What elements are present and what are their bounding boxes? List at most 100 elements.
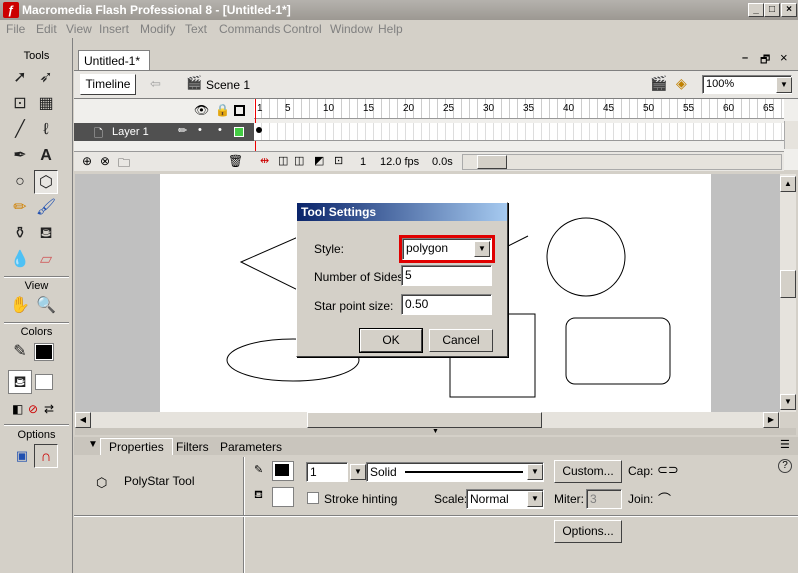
scroll-left-arrow-icon[interactable]: ◀ — [75, 412, 91, 428]
menu-insert[interactable]: Insert — [99, 22, 129, 36]
stroke-style-select[interactable]: Solid — [366, 462, 544, 482]
custom-button[interactable]: Custom... — [554, 460, 622, 483]
stroke-hinting-checkbox[interactable] — [307, 492, 319, 504]
fill-color-swatch[interactable] — [35, 374, 53, 390]
timeline-toggle-button[interactable]: Timeline — [80, 74, 136, 95]
timeline-hscroll-thumb[interactable] — [477, 155, 507, 169]
join-icon[interactable]: ⌒ — [658, 489, 671, 508]
menu-help[interactable]: Help — [378, 22, 403, 36]
no-color-icon[interactable]: ⊘ — [28, 402, 38, 416]
add-layer-icon[interactable]: ⊕ — [82, 154, 92, 168]
polystar-tool-icon[interactable]: ⬡ — [34, 170, 58, 194]
lasso-tool-icon[interactable]: ℓ — [34, 118, 58, 142]
stage-hscroll[interactable]: ◀ ▶ — [75, 412, 780, 428]
stroke-height-dropdown-icon[interactable]: ▼ — [350, 464, 366, 480]
stage-vscroll-thumb[interactable] — [780, 270, 796, 298]
cap-icon[interactable]: ⊂⊃ — [657, 462, 679, 478]
delete-layer-icon[interactable]: 🗑 — [228, 154, 243, 168]
layer-frames[interactable] — [254, 123, 784, 141]
line-tool-icon[interactable]: ╱ — [8, 118, 32, 142]
lock-icon[interactable]: 🔒 — [215, 103, 230, 117]
eyedropper-tool-icon[interactable]: 💧 — [8, 248, 32, 272]
menu-control[interactable]: Control — [283, 22, 322, 36]
stage-vscroll[interactable]: ▲ ▼ — [780, 174, 796, 412]
selection-tool-icon[interactable]: ➚ — [8, 66, 32, 90]
outline-color-box[interactable] — [234, 127, 244, 137]
frame-rate[interactable]: 12.0 fps — [380, 156, 419, 168]
close-button[interactable]: × — [781, 3, 797, 17]
timeline-vscroll[interactable] — [784, 121, 798, 149]
scroll-right-arrow-icon[interactable]: ▶ — [763, 412, 779, 428]
scale-dropdown-icon[interactable]: ▼ — [527, 491, 543, 507]
props-fill-swatch[interactable] — [272, 487, 294, 507]
onion-skin-icon[interactable]: ◫ — [278, 154, 288, 167]
text-tool-icon[interactable]: A — [34, 144, 58, 168]
center-frame-icon[interactable]: ⇹ — [260, 154, 269, 167]
menu-file[interactable]: File — [6, 22, 25, 36]
eraser-tool-icon[interactable]: ▱ — [34, 248, 58, 272]
maximize-button[interactable]: □ — [764, 3, 780, 17]
menu-edit[interactable]: Edit — [36, 22, 57, 36]
stroke-height-input[interactable]: 1 — [306, 462, 348, 482]
doc-minimize-button[interactable]: – — [742, 52, 748, 64]
minimize-button[interactable]: _ — [748, 3, 764, 17]
doc-restore-button[interactable]: 🗗 — [760, 51, 770, 70]
zoom-dropdown-arrow-icon[interactable]: ▼ — [776, 77, 792, 93]
subselection-tool-icon[interactable]: ➶ — [34, 66, 58, 90]
panel-collapse-icon[interactable]: ▼ — [88, 439, 98, 450]
tab-parameters[interactable]: Parameters — [220, 440, 282, 454]
scroll-down-arrow-icon[interactable]: ▼ — [780, 394, 796, 410]
stage-hscroll-thumb[interactable] — [307, 412, 542, 428]
ink-bottle-tool-icon[interactable]: ⚱ — [8, 222, 32, 246]
layer-row[interactable]: 🗋 Layer 1 ✏ • • — [74, 123, 254, 141]
stroke-style-dropdown-icon[interactable]: ▼ — [527, 464, 543, 480]
swap-colors-icon[interactable]: ⇄ — [44, 402, 54, 416]
menu-text[interactable]: Text — [185, 22, 207, 36]
panel-options-icon[interactable]: ☰ — [780, 438, 790, 451]
doc-tab[interactable]: Untitled-1* — [78, 50, 150, 70]
eye-icon[interactable]: 👁 — [194, 103, 209, 117]
menu-commands[interactable]: Commands — [219, 22, 280, 36]
edit-multiple-icon[interactable]: ◩ — [314, 154, 324, 167]
miter-input[interactable]: 3 — [586, 489, 622, 509]
props-stroke-swatch[interactable] — [272, 461, 294, 481]
scroll-up-arrow-icon[interactable]: ▲ — [780, 176, 796, 192]
black-white-icon[interactable]: ◧ — [12, 402, 23, 416]
oval-tool-icon[interactable]: ○ — [8, 170, 32, 194]
cancel-button[interactable]: Cancel — [429, 329, 493, 352]
lock-dot[interactable]: • — [218, 124, 222, 136]
paint-bucket-tool-icon[interactable]: ⛾ — [34, 222, 58, 246]
options-button[interactable]: Options... — [554, 520, 622, 543]
hand-tool-icon[interactable]: ✋ — [8, 294, 32, 318]
visibility-dot[interactable]: • — [198, 124, 202, 136]
style-dropdown-arrow-icon[interactable]: ▼ — [474, 241, 490, 257]
fill-color-icon[interactable]: ⛾ — [8, 370, 32, 394]
pen-tool-icon[interactable]: ✒ — [8, 144, 32, 168]
ok-button[interactable]: OK — [360, 329, 422, 352]
star-size-input[interactable]: 0.50 — [401, 294, 492, 315]
doc-close-button[interactable]: × — [780, 50, 788, 65]
back-arrow-icon[interactable]: ⇦ — [150, 76, 161, 92]
stroke-color-swatch[interactable] — [34, 343, 54, 361]
menu-window[interactable]: Window — [330, 22, 373, 36]
brush-tool-icon[interactable]: 🖌 — [34, 196, 58, 220]
zoom-tool-icon[interactable]: 🔍 — [34, 294, 58, 318]
add-guide-icon[interactable]: ⊗ — [100, 154, 110, 168]
sides-input[interactable]: 5 — [401, 265, 492, 286]
edit-symbols-icon[interactable]: ◈ — [676, 75, 687, 92]
panel-collapse-handle[interactable]: ▼ — [75, 428, 796, 435]
timeline-hscroll[interactable] — [462, 154, 782, 170]
add-folder-icon[interactable]: 🗀 — [118, 154, 130, 175]
object-drawing-icon[interactable]: ▣ — [10, 444, 34, 468]
onion-outlines-icon[interactable]: ◫ — [294, 154, 304, 167]
help-icon[interactable]: ? — [778, 459, 792, 473]
menu-modify[interactable]: Modify — [140, 22, 175, 36]
tab-properties[interactable]: Properties — [100, 438, 173, 455]
onion-markers-icon[interactable]: ⊡ — [334, 154, 343, 167]
tab-filters[interactable]: Filters — [176, 440, 209, 454]
free-transform-tool-icon[interactable]: ⊡ — [8, 92, 32, 116]
outline-icon[interactable] — [234, 105, 245, 116]
pencil-tool-icon[interactable]: ✏ — [8, 196, 32, 220]
menu-view[interactable]: View — [66, 22, 92, 36]
stroke-color-icon[interactable]: ✎ — [8, 340, 32, 364]
